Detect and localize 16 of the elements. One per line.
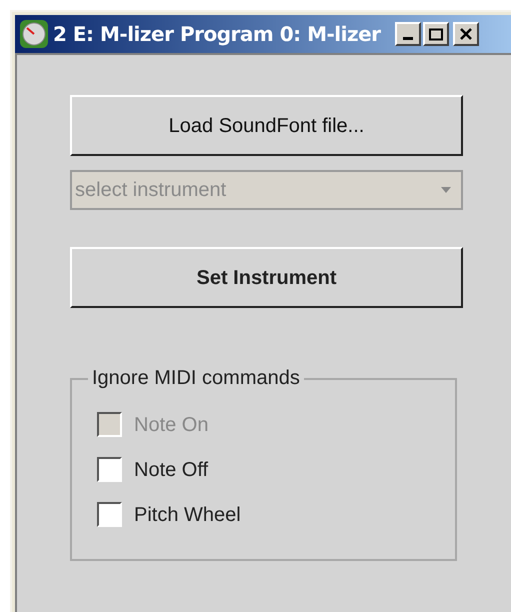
checkbox-label: Note On (134, 412, 208, 438)
minimize-icon (402, 37, 413, 40)
dropdown-arrow-icon (441, 187, 451, 193)
close-button[interactable] (452, 22, 479, 46)
maximize-icon (428, 28, 443, 40)
checkbox-label: Pitch Wheel (134, 502, 241, 528)
close-icon (458, 27, 473, 41)
set-instrument-button[interactable]: Set Instrument (70, 247, 463, 308)
load-soundfont-button[interactable]: Load SoundFont file... (70, 95, 463, 156)
minimize-button[interactable] (394, 22, 421, 46)
maximize-button[interactable] (422, 22, 449, 46)
gauge-icon (19, 19, 49, 49)
checkbox-label: Note Off (134, 458, 208, 482)
checkbox[interactable] (97, 502, 122, 527)
window-title: 2 E: M-lizer Program 0: M-lizer (53, 21, 381, 48)
checkbox[interactable] (97, 457, 122, 482)
